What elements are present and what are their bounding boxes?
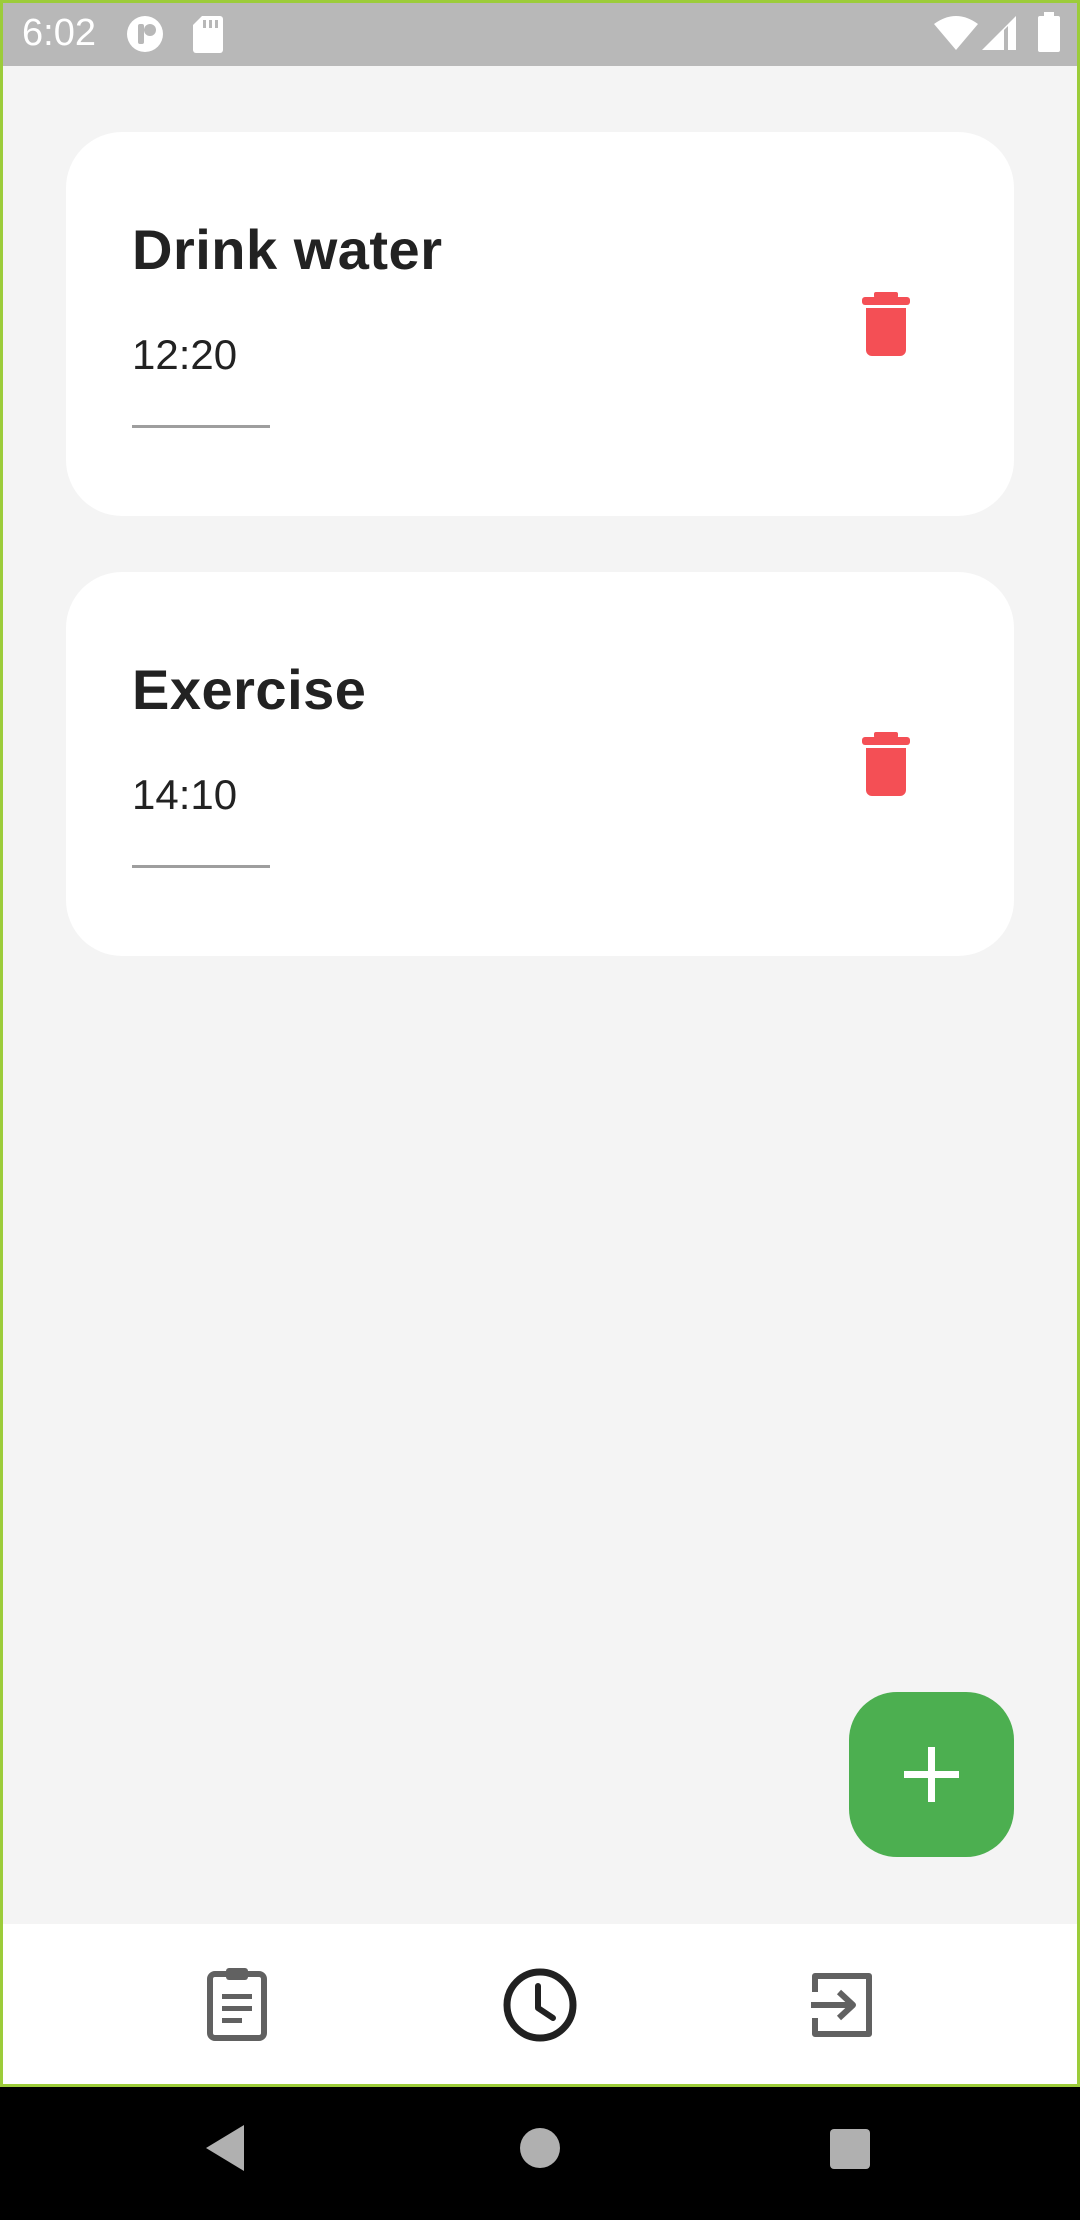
nav-tasks[interactable] — [192, 1960, 282, 2050]
back-icon[interactable] — [204, 2123, 248, 2178]
reminder-title: Drink water — [132, 218, 443, 281]
time-underline — [132, 425, 270, 428]
trash-icon[interactable] — [856, 732, 916, 796]
wifi-icon — [934, 16, 978, 55]
system-navigation-bar — [0, 2087, 1080, 2220]
reminder-time[interactable]: 12:20 — [132, 330, 237, 380]
reminder-card[interactable]: Exercise 14:10 — [66, 572, 1014, 956]
clock-icon — [503, 1968, 577, 2042]
status-time: 6:02 — [22, 12, 96, 54]
add-reminder-button[interactable] — [849, 1692, 1014, 1857]
nav-logout[interactable] — [797, 1960, 887, 2050]
app-notification-icon — [126, 15, 164, 58]
reminder-card[interactable]: Drink water 12:20 — [66, 132, 1014, 516]
nav-reminders[interactable] — [495, 1960, 585, 2050]
trash-icon[interactable] — [856, 292, 916, 356]
signal-icon — [982, 16, 1016, 55]
sd-card-icon — [193, 15, 223, 58]
recents-icon[interactable] — [828, 2127, 872, 2176]
plus-icon — [904, 1747, 959, 1802]
reminder-title: Exercise — [132, 658, 367, 721]
battery-icon — [1038, 12, 1060, 57]
logout-icon — [811, 1973, 872, 2037]
time-underline — [132, 865, 270, 868]
home-icon[interactable] — [519, 2127, 561, 2174]
reminder-time[interactable]: 14:10 — [132, 770, 237, 820]
bottom-navigation — [0, 1924, 1080, 2087]
clipboard-icon — [207, 1968, 267, 2041]
status-bar: 6:02 — [0, 0, 1080, 66]
